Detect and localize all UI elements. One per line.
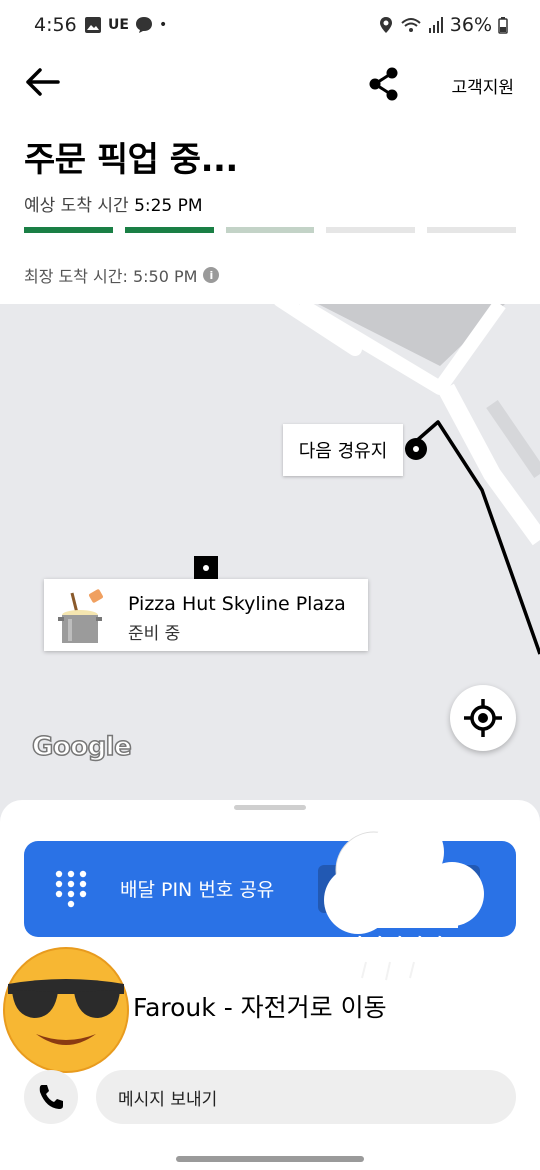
message-placeholder: 메시지 보내기 bbox=[118, 1089, 218, 1110]
latest-arrival-text: 최장 도착 시간: 5:50 PM bbox=[24, 267, 198, 286]
battery-percent: 36% bbox=[449, 14, 492, 36]
carrier-badge: UE bbox=[108, 17, 129, 33]
customer-support-link[interactable]: 고객지원 bbox=[451, 73, 514, 98]
info-icon[interactable]: i bbox=[203, 267, 220, 283]
share-button[interactable] bbox=[366, 66, 402, 102]
eta-row: 예상 도착 시간 5:25 PM bbox=[24, 191, 203, 216]
location-icon bbox=[379, 17, 392, 33]
sunglasses-emoji-icon bbox=[3, 947, 129, 1073]
message-input[interactable]: 메시지 보내기 bbox=[96, 1070, 516, 1124]
sheet-handle[interactable] bbox=[234, 805, 306, 810]
battery-icon bbox=[498, 17, 508, 34]
wifi-icon bbox=[401, 18, 421, 32]
signal-icon bbox=[428, 17, 443, 33]
progress-step bbox=[326, 227, 416, 233]
store-status: 준비 중 bbox=[128, 624, 181, 644]
progress-step bbox=[124, 227, 214, 233]
keypad-icon bbox=[55, 870, 87, 908]
recenter-button[interactable] bbox=[450, 685, 516, 751]
back-arrow-icon bbox=[26, 68, 60, 96]
notification-dot-icon: • bbox=[158, 17, 168, 33]
progress-step bbox=[24, 227, 113, 233]
share-icon bbox=[369, 67, 398, 101]
google-logo: Google bbox=[31, 731, 132, 763]
share-pin-label: 배달 PIN 번호 공유 bbox=[120, 879, 275, 901]
chat-icon bbox=[135, 17, 152, 33]
store-card[interactable]: Pizza Hut Skyline Plaza 준비 중 bbox=[44, 579, 368, 651]
home-indicator[interactable] bbox=[176, 1156, 364, 1162]
cloud-rain-icon bbox=[324, 816, 484, 981]
cooking-pot-icon bbox=[58, 589, 103, 643]
call-button[interactable] bbox=[24, 1070, 78, 1124]
next-stop-label: 다음 경유지 bbox=[283, 424, 403, 476]
status-bar: 4:56 UE • 36% bbox=[0, 0, 540, 52]
courier-status: Farouk - 자전거로 이동 bbox=[133, 993, 387, 1022]
eta-time: 5:25 PM bbox=[134, 196, 203, 216]
latest-arrival-row: 최장 도착 시간: 5:50 PM i bbox=[24, 263, 220, 287]
eta-label: 예상 도착 시간 bbox=[24, 196, 129, 216]
progress-bar bbox=[24, 227, 516, 233]
back-button[interactable] bbox=[22, 62, 62, 102]
locate-icon bbox=[464, 699, 502, 737]
page-title: 주문 픽업 중... bbox=[24, 140, 238, 180]
status-left-icons: UE • bbox=[84, 16, 167, 34]
progress-step bbox=[427, 227, 516, 233]
status-time: 4:56 bbox=[34, 14, 77, 36]
store-name: Pizza Hut Skyline Plaza bbox=[128, 593, 346, 615]
status-right-icons: 36% bbox=[378, 14, 508, 36]
progress-step bbox=[225, 227, 315, 233]
gallery-icon bbox=[85, 17, 101, 33]
phone-icon bbox=[39, 1085, 63, 1109]
